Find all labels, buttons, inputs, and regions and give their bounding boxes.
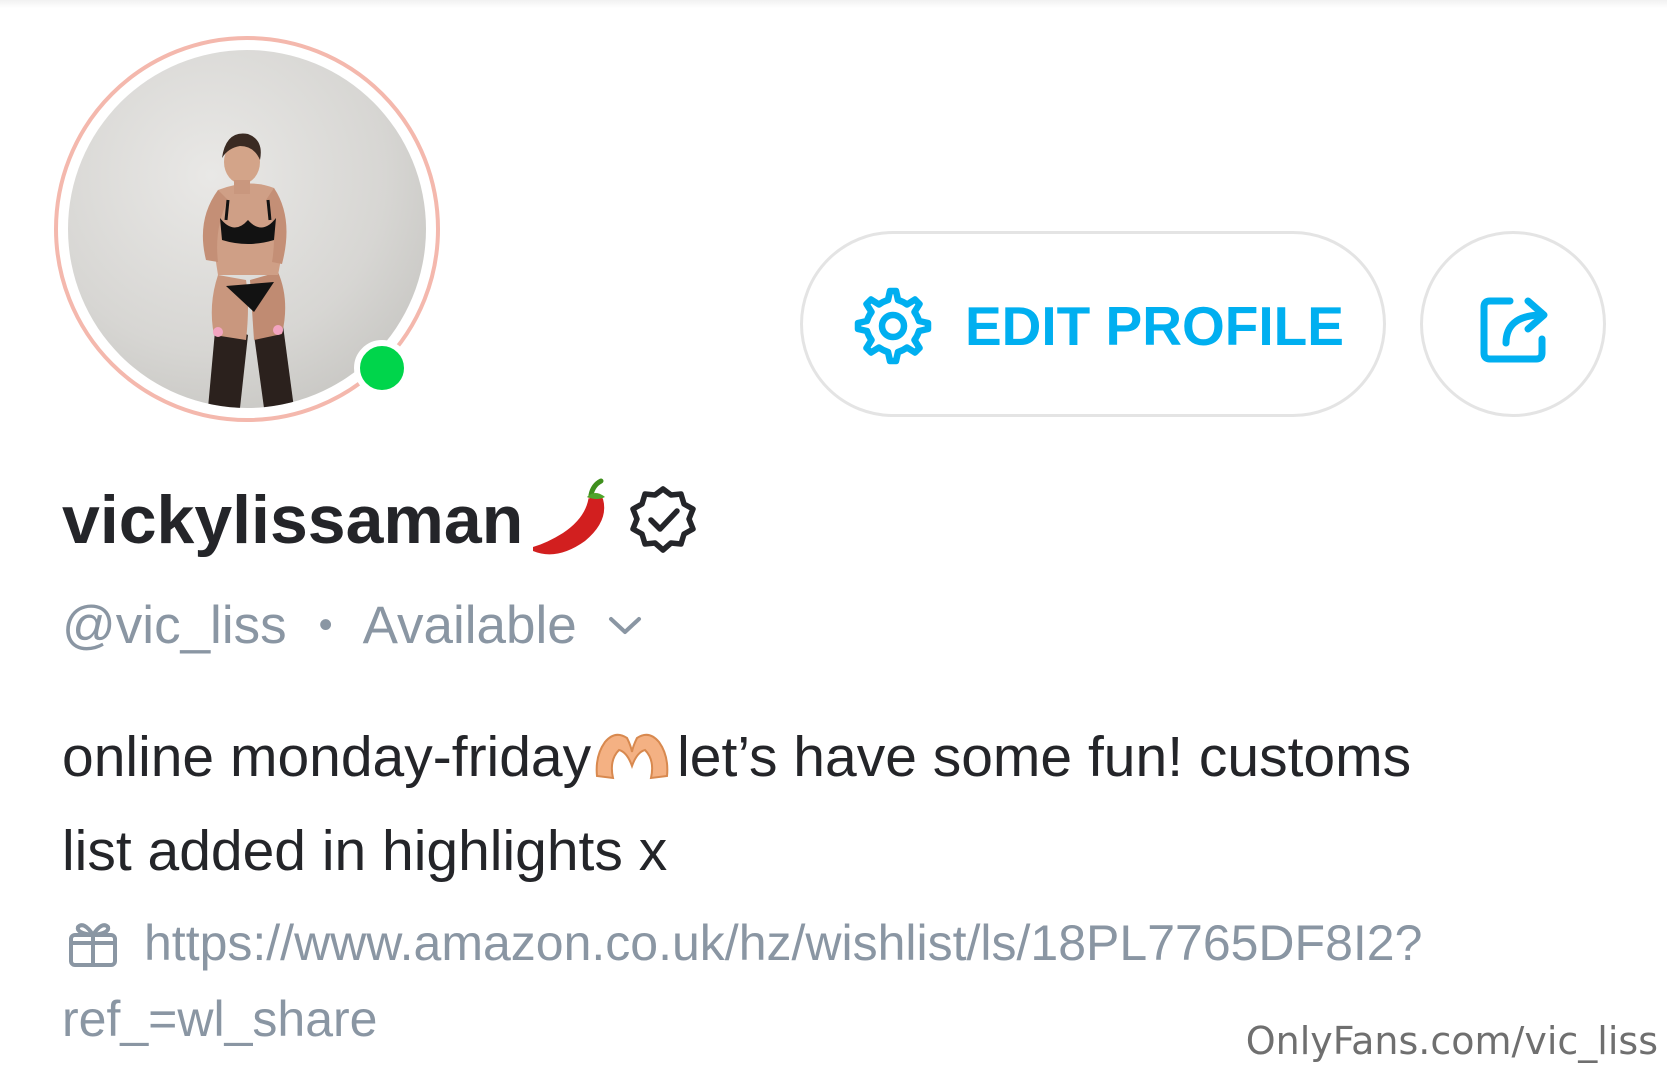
share-button[interactable] [1420,231,1606,417]
profile-bio: online monday-friday let’s have some fun… [62,710,1602,898]
bio-line-1: online monday-friday let’s have some fun… [62,710,1602,804]
gear-icon [854,287,932,365]
online-status-dot [354,340,410,396]
edit-profile-label: EDIT PROFILE [965,295,1344,357]
heart-hands-icon [595,733,669,780]
bio-text-part-1: online monday-friday [62,725,592,789]
bio-line-2: list added in highlights x [62,819,668,883]
profile-name-row: vickylissaman [62,478,699,560]
availability-status-label: Available [362,595,577,655]
gift-icon [69,923,117,967]
top-edge-shadow [0,0,1667,8]
share-icon [1480,297,1548,363]
verified-badge-icon [630,486,696,553]
handle-row: @vic_liss • Available [62,592,643,658]
watermark: OnlyFans.com/vic_liss [1245,1019,1658,1063]
separator-dot: • [318,603,333,647]
username-handle: @vic_liss [62,595,287,655]
wishlist-link[interactable]: https://www.amazon.co.uk/hz/wishlist/ls/… [62,905,1602,981]
chili-pepper-icon [533,478,606,555]
bio-text-part-2: let’s have some fun! customs [677,725,1412,789]
availability-status-dropdown[interactable]: Available [363,595,643,656]
edit-profile-button[interactable]: EDIT PROFILE [800,231,1386,417]
avatar[interactable] [54,36,440,422]
display-name: vickylissaman [62,482,524,558]
chevron-down-icon [608,617,641,634]
